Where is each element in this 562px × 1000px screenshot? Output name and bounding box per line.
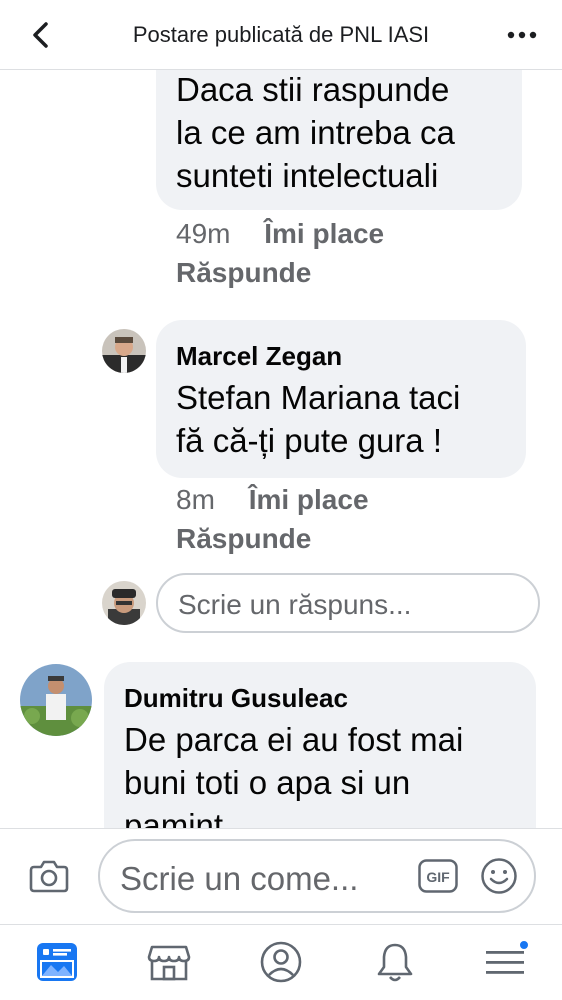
comment-text-line: Stefan Mariana taci: [176, 379, 461, 416]
comment-placeholder: Scrie un come...: [120, 860, 359, 897]
gif-icon[interactable]: GIF: [418, 859, 458, 893]
marketplace-icon[interactable]: [146, 939, 192, 985]
comment-author[interactable]: Dumitru Gusuleac: [124, 682, 348, 714]
bottom-navigation: [0, 924, 562, 1000]
profile-icon[interactable]: [258, 939, 304, 985]
reply-link-wrap: Răspunde: [176, 520, 311, 558]
comment-text-line: Daca stii raspunde: [176, 71, 450, 108]
emoji-icon[interactable]: [480, 857, 518, 895]
reply-input[interactable]: Scrie un răspuns...: [156, 573, 540, 633]
current-user-avatar: [102, 581, 146, 625]
comments-feed[interactable]: Daca stii raspunde la ce am intreba ca s…: [0, 70, 562, 828]
gif-label: GIF: [426, 869, 450, 885]
avatar[interactable]: [20, 664, 92, 736]
comment-text-line: la ce am intreba ca: [176, 114, 455, 151]
reply-link-wrap: Răspunde: [176, 254, 311, 292]
comment-text-line: pamint: [124, 807, 224, 828]
comment-author[interactable]: Marcel Zegan: [176, 340, 342, 372]
comment-bubble[interactable]: Marcel Zegan Stefan Mariana taci fă că-ț…: [156, 320, 526, 478]
notification-dot: [518, 939, 530, 951]
avatar-image: [102, 329, 146, 373]
comment-meta: 49m Îmi place: [176, 215, 384, 253]
comment-time: 8m: [176, 484, 215, 515]
comment-input[interactable]: Scrie un come... GIF: [98, 839, 536, 913]
avatar-image: [102, 581, 146, 625]
reply-link[interactable]: Răspunde: [176, 257, 311, 288]
like-link[interactable]: Îmi place: [249, 484, 369, 515]
comment-text-line: sunteti intelectuali: [176, 157, 439, 194]
comment-bubble[interactable]: Dumitru Gusuleac De parca ei au fost mai…: [104, 662, 536, 828]
reply-link[interactable]: Răspunde: [176, 523, 311, 554]
more-horizontal-icon[interactable]: [504, 22, 540, 48]
comment-text-line: buni toti o apa si un: [124, 764, 411, 801]
menu-button[interactable]: [482, 939, 530, 985]
comment-text-line: fă că-ți pute gura !: [176, 422, 442, 459]
avatar-image: [20, 664, 92, 736]
comment-time: 49m: [176, 218, 231, 249]
reply-placeholder: Scrie un răspuns...: [178, 589, 412, 620]
avatar[interactable]: [102, 329, 146, 373]
top-bar: Postare publicată de PNL IASI: [0, 0, 562, 70]
notifications-bell-icon[interactable]: [372, 939, 418, 985]
page-title: Postare publicată de PNL IASI: [132, 22, 430, 47]
comment-text-line: De parca ei au fost mai: [124, 721, 464, 758]
comment-composer: Scrie un come... GIF: [0, 828, 562, 924]
comment-bubble[interactable]: Daca stii raspunde la ce am intreba ca s…: [156, 70, 522, 210]
news-feed-icon[interactable]: [34, 939, 80, 985]
comment-meta: 8m Îmi place: [176, 481, 369, 519]
like-link[interactable]: Îmi place: [264, 218, 384, 249]
camera-icon[interactable]: [28, 857, 70, 895]
